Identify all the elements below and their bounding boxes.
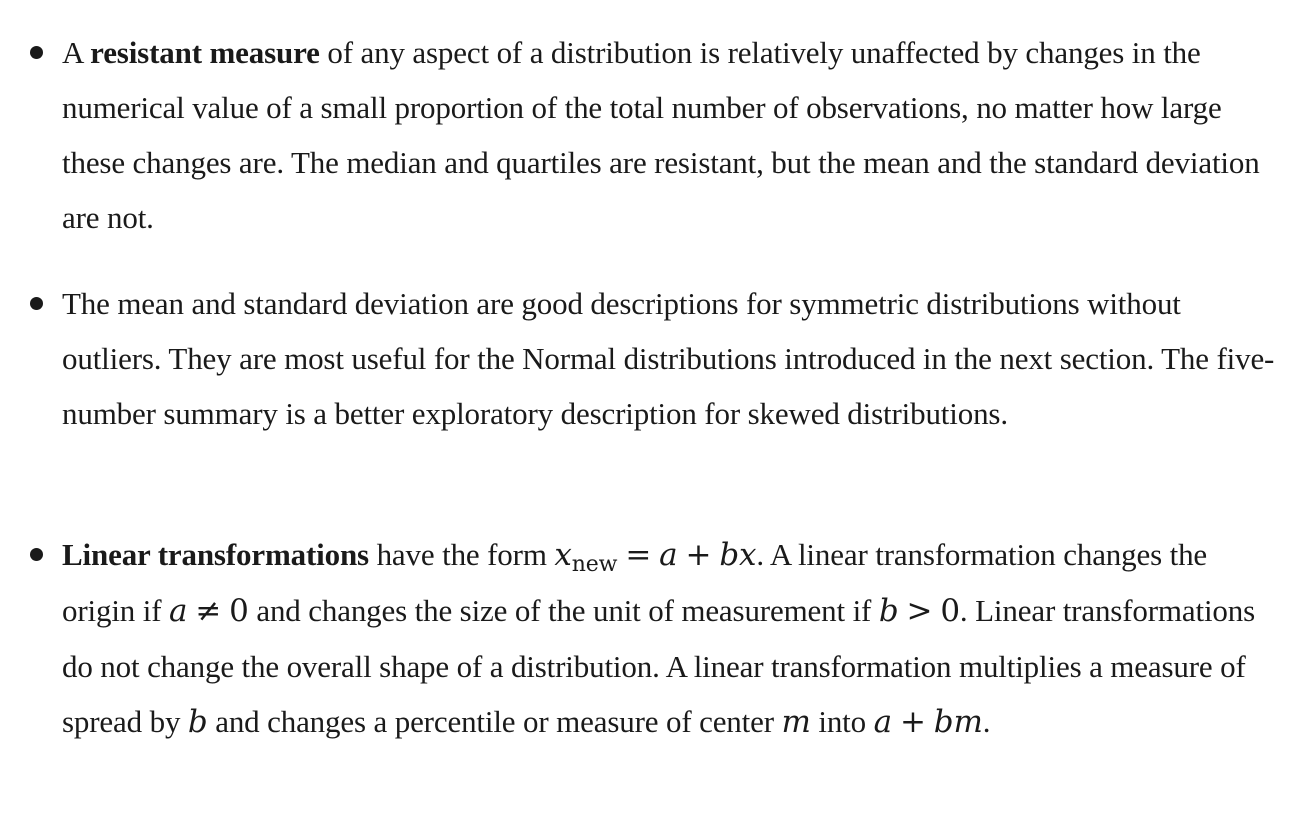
term-linear-transformations: Linear transformations [62, 537, 369, 572]
bullet-text-segment: have the form [368, 537, 555, 572]
math-zero: 0 [940, 593, 960, 629]
math-var-a: a [659, 537, 678, 573]
math-var-m: m [781, 704, 811, 740]
math-greater-than: > [906, 593, 933, 629]
formula-b: b [188, 704, 208, 740]
bullet-text-segment: and changes a percentile or measure of c… [207, 704, 782, 739]
formula-linear-form: xnew = a + bx [554, 537, 757, 576]
formula-b-greater-zero: b >0 [879, 593, 960, 629]
math-plus: + [899, 704, 926, 740]
bullet-text-segment: and changes the size of the unit of meas… [248, 593, 879, 628]
math-var-x: x [554, 537, 572, 573]
formula-m: m [782, 704, 811, 740]
term-resistant-measure: resistant measure [90, 35, 320, 70]
math-var-b: b [187, 704, 208, 740]
math-not-equal: ≠ [195, 593, 222, 629]
bullet-item-linear-transformations: Linear transformations have the form xne… [30, 527, 1277, 750]
bullet-lead-text: A [62, 35, 91, 70]
math-var-bm: bm [933, 704, 983, 740]
math-var-a: a [873, 704, 892, 740]
bullet-dot [30, 46, 43, 59]
math-subscript-new: new [571, 552, 618, 577]
math-plus: + [685, 537, 712, 573]
bullet-item-mean-sd: The mean and standard deviation are good… [30, 276, 1277, 441]
formula-a-plus-bm: a + bm [874, 704, 983, 740]
math-var-a: a [169, 593, 188, 629]
math-var-b: b [878, 593, 899, 629]
bullet-body-text: The mean and standard deviation are good… [62, 286, 1275, 431]
math-var-bx: bx [719, 537, 757, 573]
formula-a-not-zero: a ≠ 0 [169, 593, 249, 629]
bullet-text-segment: into [810, 704, 874, 739]
bullet-text-segment: . [982, 704, 991, 739]
bullet-dot [30, 297, 43, 310]
math-equals: = [625, 537, 652, 573]
bullet-dot [30, 548, 43, 561]
document-page: A resistant measure of any aspect of a d… [0, 0, 1300, 820]
math-zero: 0 [229, 593, 249, 629]
bullet-item-resistant-measure: A resistant measure of any aspect of a d… [30, 25, 1277, 245]
